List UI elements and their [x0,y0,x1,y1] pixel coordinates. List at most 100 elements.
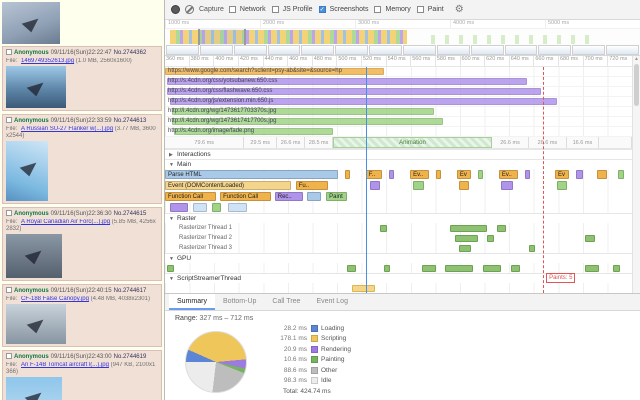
section-header-gpu[interactable]: GPU [165,253,632,263]
gpu-event[interactable] [167,264,175,272]
post-number-link[interactable]: No.2744362 [114,50,147,56]
network-request-row[interactable]: http://s.4cdn.org/js/extension.min.650.j… [165,97,632,107]
flame-event[interactable] [344,170,351,179]
gpu-event[interactable] [482,264,502,272]
gpu-event[interactable] [613,264,621,272]
file-name-link[interactable]: A Russian SU-27 Flanker w(...).jpg [21,126,113,132]
tab-call-tree[interactable]: Call Tree [264,294,308,310]
flame-event[interactable] [477,170,483,179]
post-number-link[interactable]: No.2744615 [114,211,147,217]
flame-event[interactable] [557,181,567,190]
filmstrip-thumbnail[interactable] [470,45,504,55]
checkbox-icon[interactable] [228,6,236,13]
post-thumbnail[interactable] [6,141,48,201]
post-checkbox[interactable] [6,353,12,360]
flame-event[interactable]: Ev.. [410,170,429,179]
capture-checkbox-paint[interactable]: Paint [416,6,444,13]
raster-event[interactable] [487,234,495,242]
filmstrip-thumbnail[interactable] [199,45,233,55]
record-button[interactable] [171,5,180,14]
capture-checkbox-memory[interactable]: Memory [374,6,411,13]
gpu-event[interactable] [384,264,391,272]
tab-event-log[interactable]: Event Log [308,294,356,310]
capture-checkbox-js-profile[interactable]: JS Profile [271,6,313,13]
filmstrip-thumbnail[interactable] [606,45,640,55]
flame-event[interactable] [193,203,208,212]
flame-event[interactable] [617,170,624,179]
filmstrip-thumbnail[interactable] [572,45,606,55]
flame-event[interactable]: F.. [365,170,383,179]
checkbox-icon[interactable] [318,6,326,13]
tab-summary[interactable]: Summary [169,294,215,310]
post-checkbox[interactable] [6,117,12,124]
capture-checkbox-screenshots[interactable]: Screenshots [318,6,368,13]
filmstrip-thumbnail[interactable] [403,45,436,55]
post-checkbox[interactable] [6,210,12,217]
op-image-thumbnail[interactable] [2,2,60,44]
flame-event[interactable]: Ev.. [498,170,518,179]
filmstrip-thumbnail[interactable] [233,45,267,55]
flame-event[interactable] [169,203,189,212]
file-name-link[interactable]: CF-188 False Canopy.jpg [21,296,89,302]
post-thumbnail[interactable] [6,66,66,108]
network-request-row[interactable]: http://s.4cdn.org/image/fade.png [165,127,632,137]
filmstrip-thumbnail[interactable] [369,45,403,55]
flame-event[interactable] [412,181,425,190]
flame-event[interactable]: Function Call [220,192,272,201]
gpu-event[interactable] [585,264,600,272]
flame-event[interactable] [524,170,531,179]
flame-event[interactable]: Function Call [165,192,217,201]
file-name-link[interactable]: An F-14B Tomcat aircraft l(...).jpg [21,362,109,368]
gpu-event[interactable] [421,264,436,272]
post-number-link[interactable]: No.2744619 [114,354,147,360]
filmstrip-thumbnail[interactable] [301,45,335,55]
capture-checkbox-network[interactable]: Network [228,6,266,13]
post-number-link[interactable]: No.2744613 [114,118,147,124]
gpu-event[interactable] [445,264,474,272]
flame-event[interactable] [228,203,247,212]
post-thumbnail[interactable] [6,234,62,278]
raster-event[interactable] [454,234,478,242]
flame-event[interactable] [389,170,394,179]
flame-event[interactable]: Fu.. [295,181,329,190]
flame-event[interactable] [307,192,322,201]
network-request-row[interactable]: https://www.google.com/search?sclient=ps… [165,67,632,77]
post-checkbox[interactable] [6,49,12,56]
raster-event[interactable] [449,224,488,232]
post-checkbox[interactable] [6,287,12,294]
flame-event[interactable]: Ev [456,170,471,179]
section-header-main[interactable]: Main [165,159,632,169]
flame-event[interactable] [501,181,513,190]
filmstrip-thumbnail[interactable] [538,45,572,55]
file-name-link[interactable]: A Royal Canadian Air Forc(...).jpg [21,219,110,225]
post-thumbnail[interactable] [6,304,66,344]
section-header-raster[interactable]: Raster [165,213,632,223]
filmstrip-thumbnail[interactable] [166,45,199,55]
tab-bottom-up[interactable]: Bottom-Up [215,294,264,310]
section-header-interactions[interactable]: Interactions [165,149,632,159]
scroll-up-icon[interactable]: ▲ [633,56,640,62]
raster-event[interactable] [496,224,506,232]
vertical-scrollbar[interactable]: ▲ [632,56,640,293]
flame-event[interactable] [596,170,608,179]
scrollbar-thumb[interactable] [634,64,639,106]
network-request-row[interactable]: http://i.4cdn.org/wg/1473617417700s.jpg [165,117,632,127]
filmstrip-thumbnail[interactable] [504,45,538,55]
flame-event[interactable]: Paint [326,192,348,201]
file-name-link[interactable]: 1469749352613.jpg [21,58,74,64]
network-request-row[interactable]: http://s.4cdn.org/css/flashwave.650.css [165,87,632,97]
raster-event[interactable] [459,244,471,252]
screenshot-filmstrip[interactable] [165,45,640,55]
raster-event[interactable] [585,234,595,242]
flame-event[interactable] [435,170,442,179]
post-number-link[interactable]: No.2744617 [114,288,147,294]
flame-event[interactable]: Event (DOMContentLoaded) [165,181,292,190]
overview-selection-window[interactable] [198,29,246,45]
flame-event[interactable] [370,181,380,190]
overview-cpu-chart[interactable] [165,29,640,45]
clear-recording-button[interactable] [185,5,194,14]
network-request-row[interactable]: http://s.4cdn.org/css/yotsubanew.650.css [165,77,632,87]
flame-event[interactable]: Parse HTML [165,170,338,179]
flame-event[interactable] [211,203,222,212]
filmstrip-thumbnail[interactable] [335,45,369,55]
